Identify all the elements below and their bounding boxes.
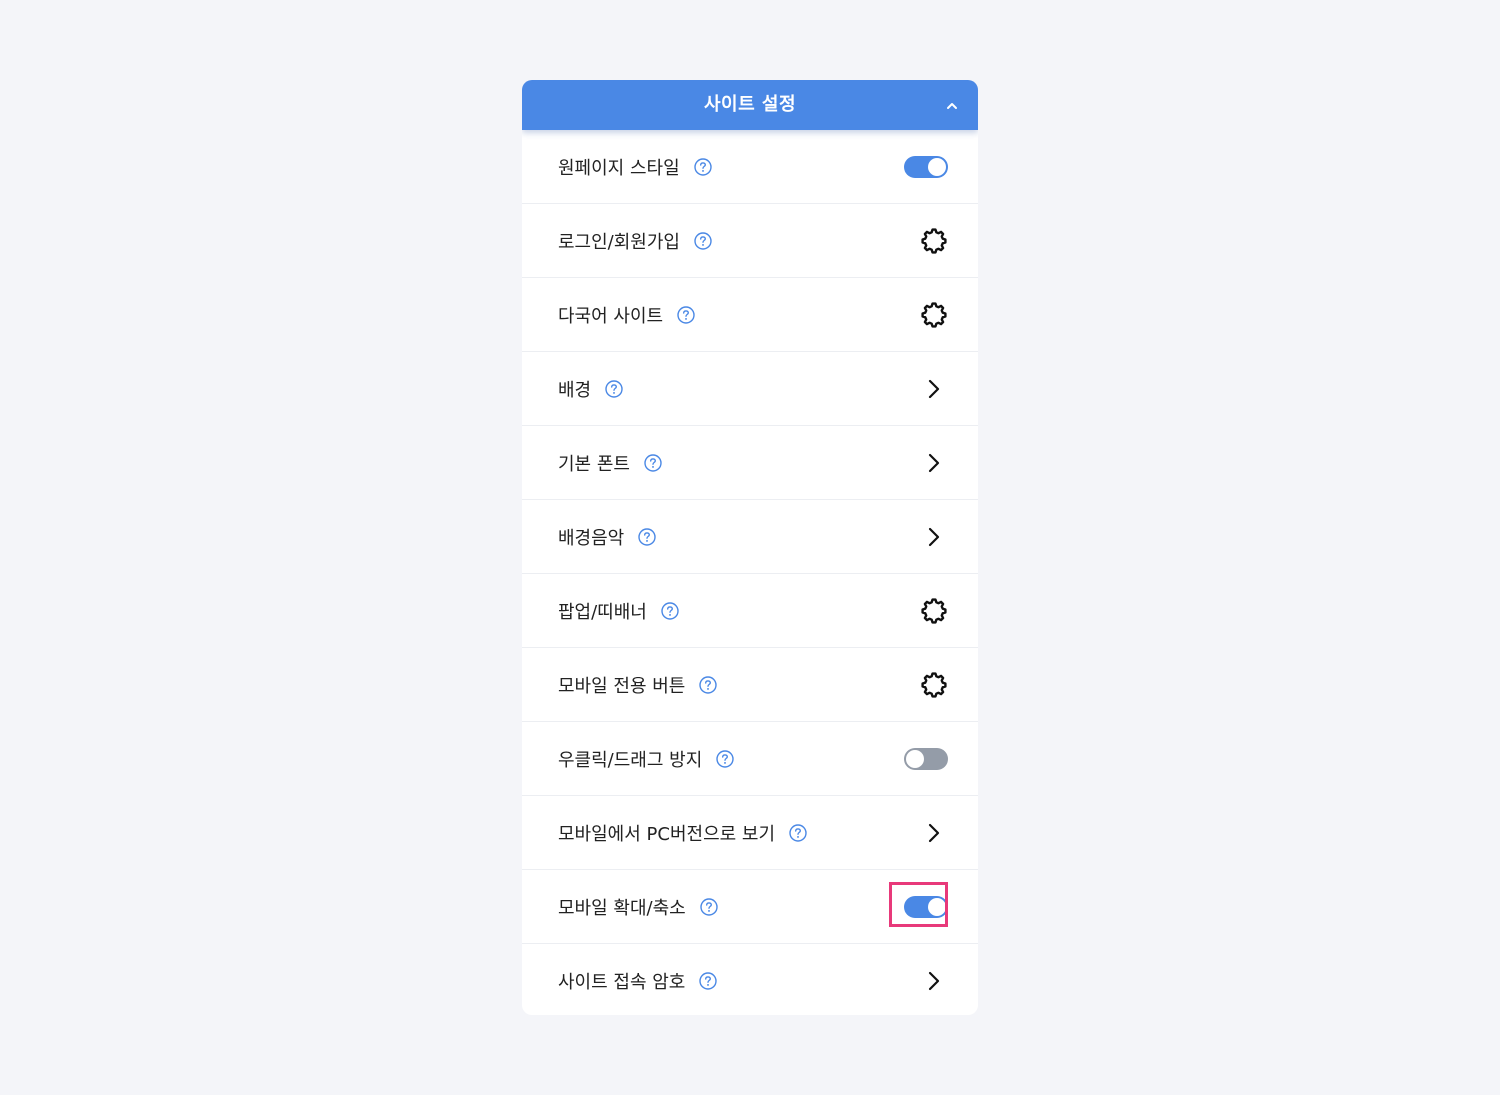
setting-label: 기본 폰트	[558, 453, 630, 475]
help-icon[interactable]	[789, 823, 807, 842]
chevron-right-icon	[924, 970, 944, 992]
setting-control	[920, 500, 948, 573]
setting-control	[904, 722, 948, 795]
collapse-button[interactable]	[940, 93, 964, 117]
chevron-right-icon	[924, 526, 944, 548]
help-icon[interactable]	[677, 305, 695, 324]
help-icon[interactable]	[644, 453, 662, 472]
setting-control	[920, 352, 948, 425]
open-detail-button[interactable]	[920, 819, 948, 847]
setting-control	[920, 796, 948, 869]
help-icon[interactable]	[694, 231, 712, 250]
setting-label: 팝업/띠배너	[558, 601, 647, 623]
help-icon[interactable]	[605, 379, 623, 398]
chevron-right-icon	[924, 822, 944, 844]
setting-label-group: 로그인/회원가입	[558, 204, 712, 277]
open-detail-button[interactable]	[920, 449, 948, 477]
settings-button[interactable]	[920, 597, 948, 625]
open-detail-button[interactable]	[920, 375, 948, 403]
help-icon[interactable]	[638, 527, 656, 546]
setting-label-group: 모바일 확대/축소	[558, 870, 718, 943]
setting-label-group: 원페이지 스타일	[558, 130, 712, 203]
settings-button[interactable]	[920, 227, 948, 255]
setting-row: 모바일 확대/축소	[522, 870, 978, 944]
gear-icon	[920, 597, 948, 625]
help-icon[interactable]	[699, 675, 718, 694]
setting-row[interactable]: 기본 폰트	[522, 426, 978, 500]
toggle-knob	[928, 897, 946, 916]
setting-label-group: 다국어 사이트	[558, 278, 695, 351]
setting-control	[920, 574, 948, 647]
chevron-right-icon	[924, 452, 944, 474]
setting-label-group: 배경	[558, 352, 623, 425]
setting-control	[920, 204, 948, 277]
setting-label-group: 우클릭/드래그 방지	[558, 722, 734, 795]
open-detail-button[interactable]	[920, 967, 948, 995]
setting-row[interactable]: 모바일에서 PC버전으로 보기	[522, 796, 978, 870]
setting-row[interactable]: 사이트 접속 암호	[522, 944, 978, 1015]
setting-row[interactable]: 팝업/띠배너	[522, 574, 978, 648]
setting-label-group: 팝업/띠배너	[558, 574, 679, 647]
panel-header[interactable]: 사이트 설정	[522, 80, 978, 130]
setting-control	[904, 130, 948, 203]
toggle-switch[interactable]	[904, 747, 948, 770]
setting-label: 로그인/회원가입	[558, 231, 680, 253]
setting-control	[920, 426, 948, 499]
chevron-right-icon	[924, 378, 944, 400]
gear-icon	[920, 227, 948, 255]
settings-list: 원페이지 스타일로그인/회원가입다국어 사이트배경기본 폰트배경음악팝업/띠배너…	[522, 130, 978, 1015]
setting-label-group: 사이트 접속 암호	[558, 944, 718, 1015]
help-icon[interactable]	[699, 971, 718, 990]
panel-title: 사이트 설정	[703, 94, 797, 115]
setting-label: 사이트 접속 암호	[558, 971, 686, 993]
setting-label: 배경음악	[558, 527, 625, 549]
setting-row[interactable]: 배경음악	[522, 500, 978, 574]
site-settings-panel: 사이트 설정 원페이지 스타일로그인/회원가입다국어 사이트배경기본 폰트배경음…	[522, 80, 978, 1015]
help-icon[interactable]	[661, 601, 679, 620]
toggle-switch[interactable]	[904, 155, 948, 178]
setting-control	[920, 648, 948, 721]
chevron-up-icon	[945, 96, 959, 115]
setting-label-group: 배경음악	[558, 500, 656, 573]
settings-button[interactable]	[920, 671, 948, 699]
setting-row[interactable]: 다국어 사이트	[522, 278, 978, 352]
toggle-knob	[906, 749, 924, 768]
setting-row[interactable]: 모바일 전용 버튼	[522, 648, 978, 722]
toggle-switch[interactable]	[904, 895, 948, 918]
open-detail-button[interactable]	[920, 523, 948, 551]
setting-label: 배경	[558, 379, 592, 401]
gear-icon	[920, 671, 948, 699]
setting-control	[904, 870, 948, 943]
setting-label: 모바일 확대/축소	[558, 897, 686, 919]
settings-button[interactable]	[920, 301, 948, 329]
setting-label: 다국어 사이트	[558, 305, 664, 327]
toggle-knob	[928, 157, 946, 176]
setting-row: 우클릭/드래그 방지	[522, 722, 978, 796]
setting-row[interactable]: 로그인/회원가입	[522, 204, 978, 278]
help-icon[interactable]	[716, 749, 734, 768]
setting-label: 우클릭/드래그 방지	[558, 749, 703, 771]
setting-label: 모바일에서 PC버전으로 보기	[558, 823, 776, 845]
gear-icon	[920, 301, 948, 329]
setting-label-group: 모바일에서 PC버전으로 보기	[558, 796, 807, 869]
setting-control	[920, 278, 948, 351]
setting-row[interactable]: 배경	[522, 352, 978, 426]
setting-label-group: 모바일 전용 버튼	[558, 648, 718, 721]
setting-control	[920, 944, 948, 1015]
setting-label: 모바일 전용 버튼	[558, 675, 686, 697]
setting-label-group: 기본 폰트	[558, 426, 662, 499]
setting-row: 원페이지 스타일	[522, 130, 978, 204]
setting-label: 원페이지 스타일	[558, 157, 680, 179]
help-icon[interactable]	[700, 897, 718, 916]
help-icon[interactable]	[693, 157, 712, 176]
